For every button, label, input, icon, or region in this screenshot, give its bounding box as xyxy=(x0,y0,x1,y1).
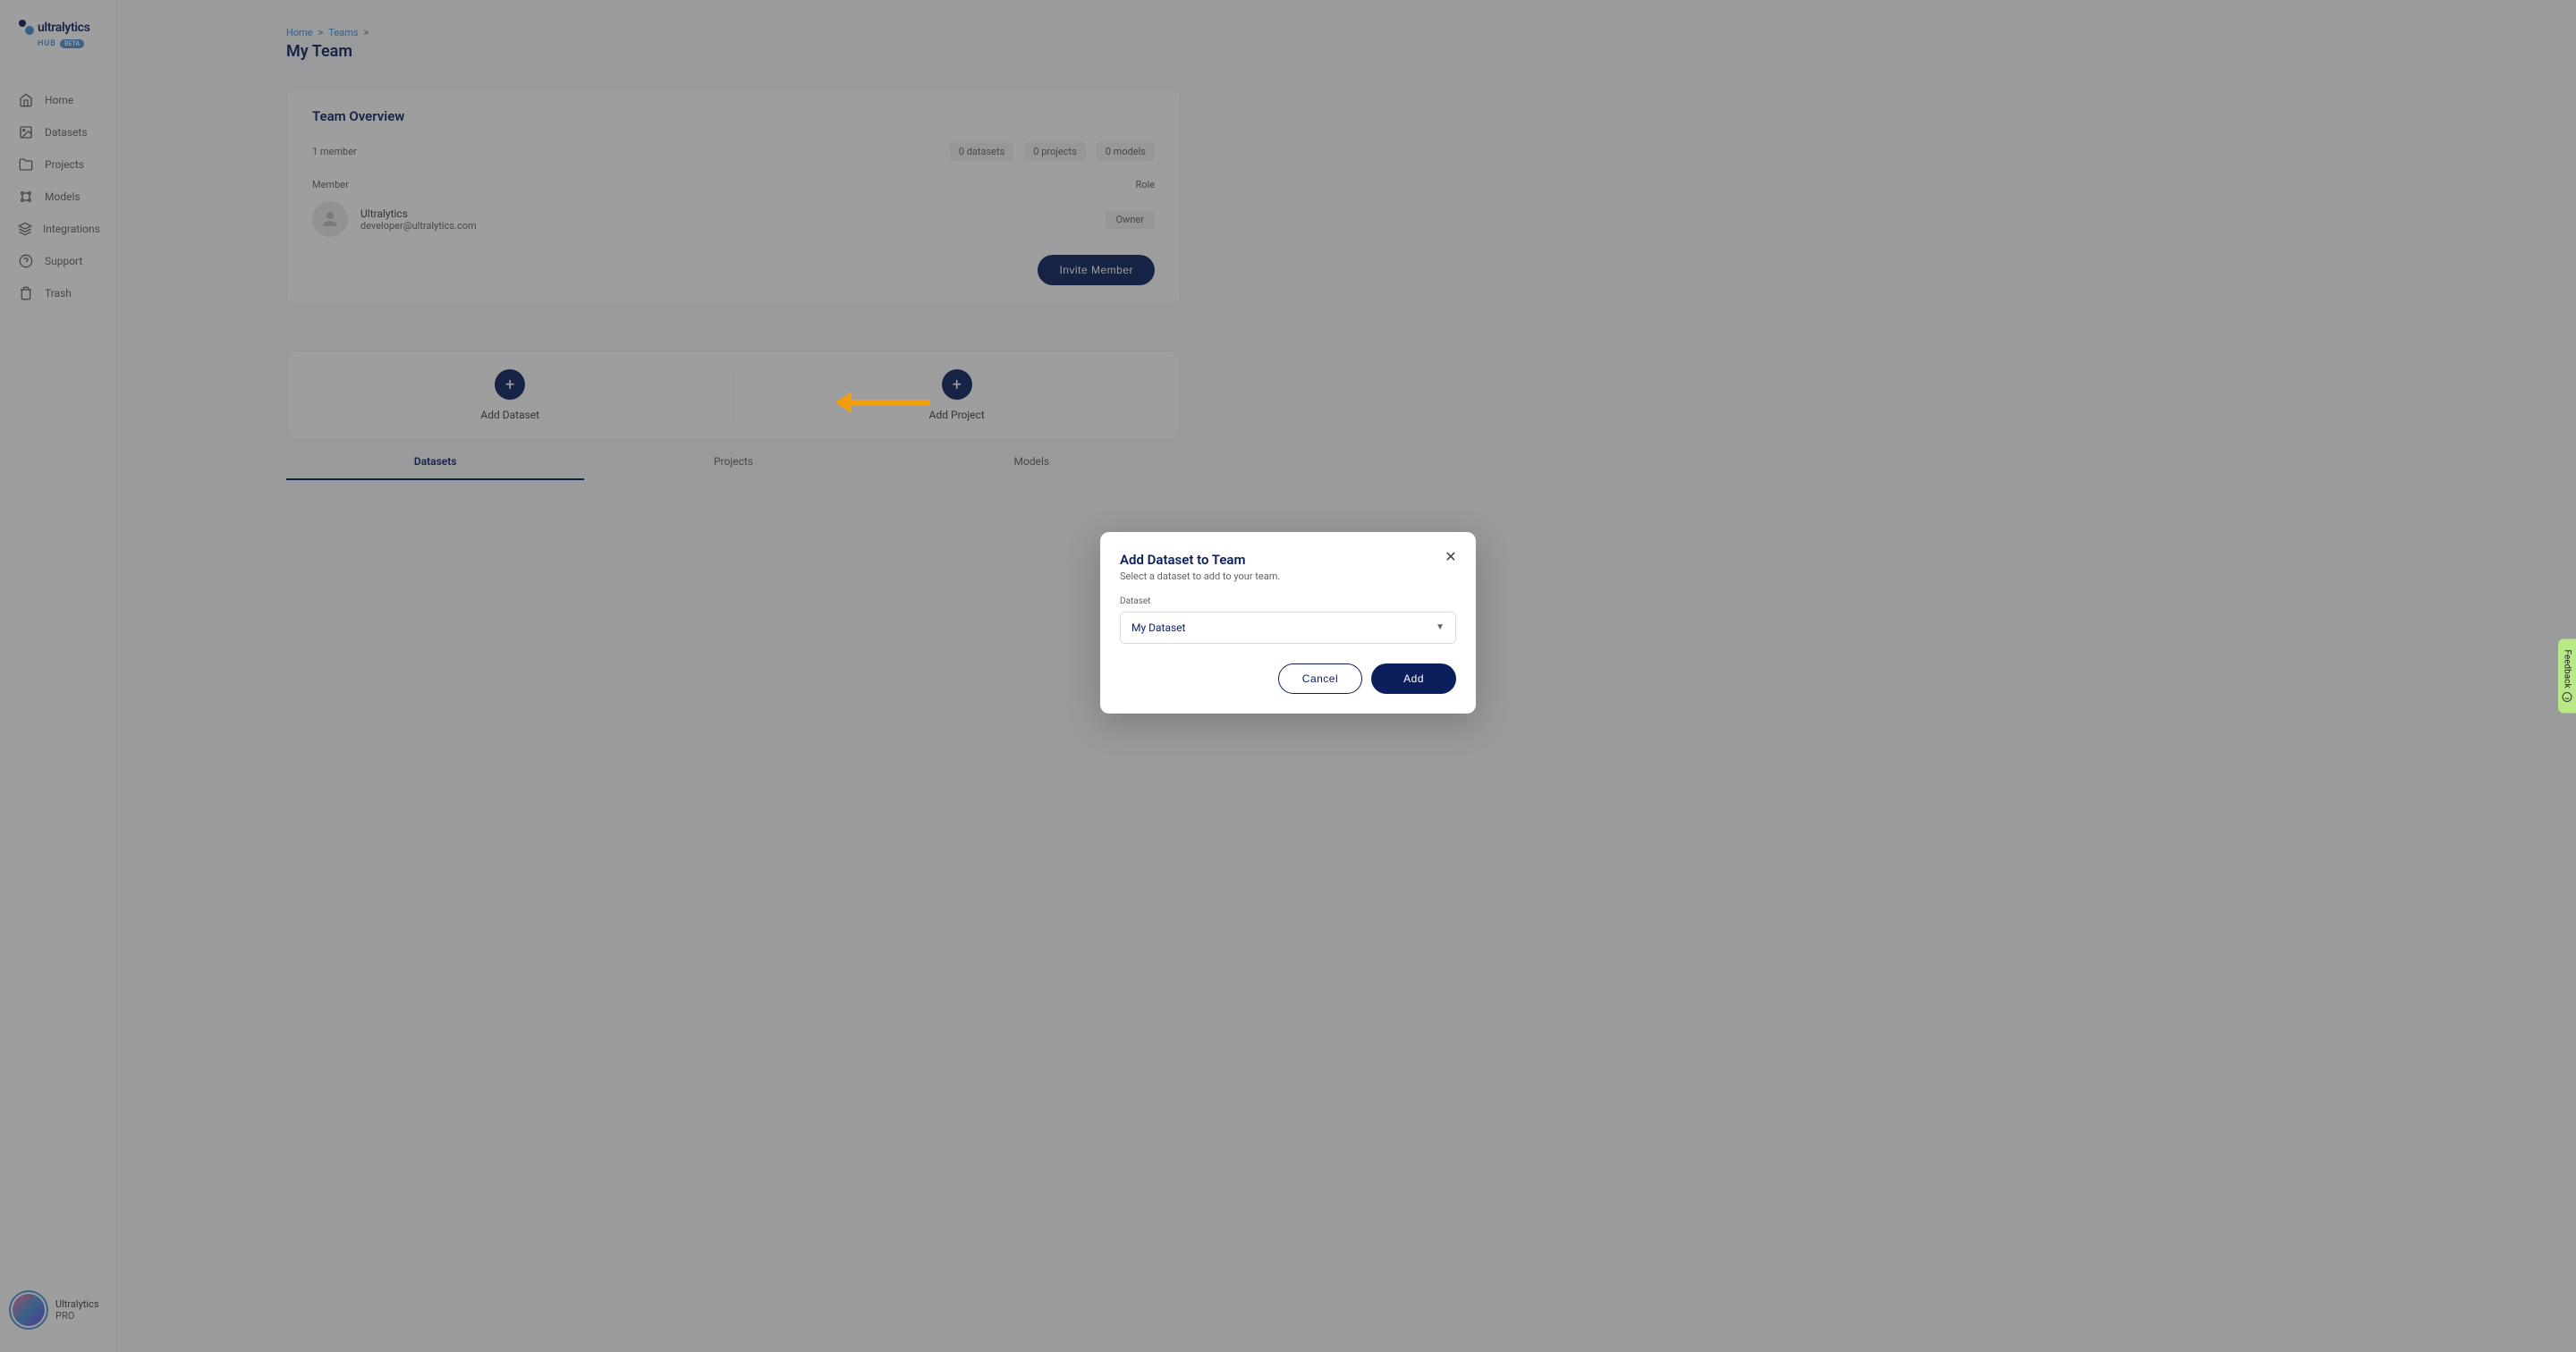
feedback-tab[interactable]: Feedback xyxy=(2558,638,2576,713)
smile-icon xyxy=(2562,692,2572,703)
modal-title: Add Dataset to Team xyxy=(1120,552,1456,568)
dataset-field-label: Dataset xyxy=(1120,596,1456,606)
add-button[interactable]: Add xyxy=(1371,663,1456,694)
modal-actions: Cancel Add xyxy=(1120,663,1456,694)
select-value: My Dataset xyxy=(1131,621,1185,634)
close-icon[interactable]: ✕ xyxy=(1442,548,1460,566)
modal-subtitle: Select a dataset to add to your team. xyxy=(1120,570,1456,582)
add-dataset-modal: Add Dataset to Team Select a dataset to … xyxy=(1100,532,1476,714)
modal-overlay[interactable]: Add Dataset to Team Select a dataset to … xyxy=(0,0,2576,1352)
dataset-select[interactable]: My Dataset ▼ xyxy=(1120,612,1456,644)
cancel-button[interactable]: Cancel xyxy=(1278,663,1362,694)
chevron-down-icon: ▼ xyxy=(1436,622,1445,632)
feedback-label: Feedback xyxy=(2563,649,2572,688)
